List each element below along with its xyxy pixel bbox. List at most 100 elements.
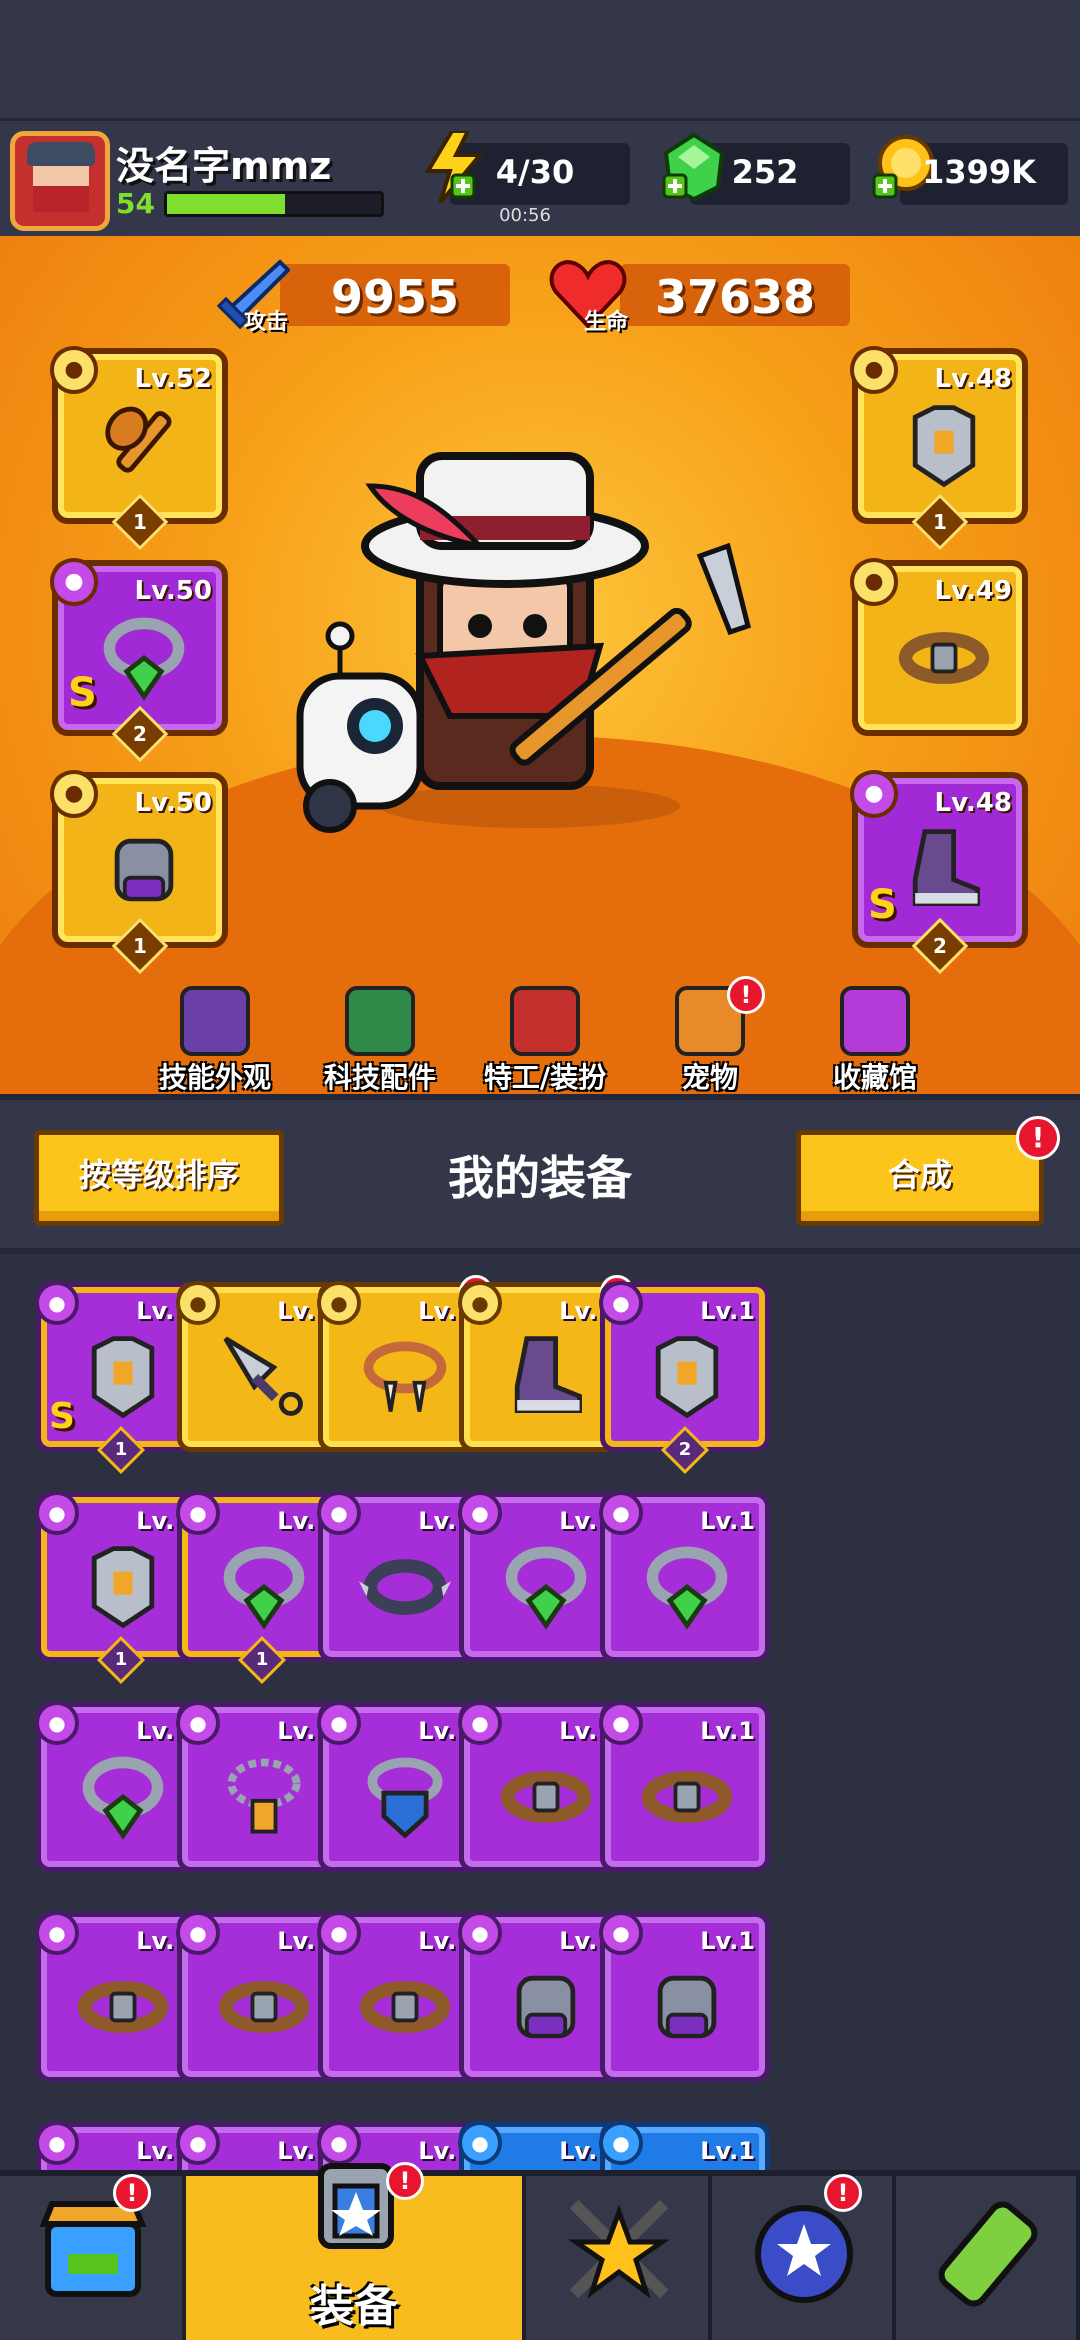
character-sprite	[296, 452, 751, 833]
necklace-icon	[505, 1546, 587, 1630]
necklace-icon	[103, 617, 185, 701]
spike-collar-icon	[358, 1559, 452, 1615]
nav-talent[interactable]: !	[712, 2174, 896, 2340]
energy-counter[interactable]: 4/30 00:56	[424, 131, 630, 226]
rank-badge: S	[868, 882, 897, 928]
equipped-slot-necklace[interactable]: ● Lv.50 S 2	[50, 558, 228, 763]
belt-icon	[218, 1981, 310, 2033]
item-level: Lv.1	[700, 1717, 755, 1745]
character-stage: 9955 攻击 37638 生命 ● Lv.52 1 ● Lv.50 S 2 ● Lv.50 1 ●…	[0, 236, 1080, 1094]
item-type-badge: ●	[35, 2121, 79, 2165]
item-type-badge: ●	[317, 1281, 361, 1325]
xp-bar	[164, 191, 384, 217]
star-count: 2	[660, 1425, 710, 1475]
inventory-item[interactable]: ● Lv.1 2	[599, 1281, 770, 1475]
inventory-grid: ● Lv.1 S 1 ● Lv.1 ● Lv.1 ● Lv.1 ● Lv.1 2 ● Lv.1 1 ● Lv.1 1…	[0, 1254, 1080, 2170]
collection-icon	[840, 986, 910, 1056]
player-header: 没名字mmz 54 4/30 00:56 252 1399K	[0, 118, 1080, 236]
menu-tech-parts[interactable]: 科技配件	[295, 986, 465, 1094]
item-type-badge: ●	[599, 1701, 643, 1745]
slot-type-badge: ●	[850, 770, 898, 818]
belt-icon	[359, 1981, 451, 2033]
merge-alert-badge: !	[1016, 1116, 1060, 1160]
nav-label: 装备	[310, 2281, 398, 2332]
menu-collection[interactable]: 收藏馆	[790, 986, 960, 1094]
item-type-badge: ●	[317, 1701, 361, 1745]
fang-necklace-icon	[363, 1341, 447, 1412]
item-type-badge: ●	[458, 1491, 502, 1535]
nav-equipment[interactable]: 装备!	[186, 2162, 526, 2340]
armor-icon	[655, 1336, 719, 1419]
item-type-badge: ●	[35, 1701, 79, 1745]
star-count: 1	[96, 1425, 146, 1475]
equipped-slot-belt[interactable]: ● Lv.49	[850, 558, 1028, 736]
evolution-icon	[938, 2201, 1038, 2307]
player-name: 没名字mmz	[116, 144, 332, 188]
slot-type-badge: ●	[50, 558, 98, 606]
slot-type-badge: ●	[850, 346, 898, 394]
slot-type-badge: ●	[50, 346, 98, 394]
item-type-badge: ●	[176, 1281, 220, 1325]
boots-icon	[912, 829, 980, 906]
slot-level: Lv.52	[134, 364, 212, 394]
attack-stat: 9955 攻击	[216, 259, 510, 335]
armor-icon	[91, 1546, 155, 1629]
alert-badge: !	[727, 976, 765, 1014]
status-bar-area	[0, 0, 1080, 118]
star-count: 1	[237, 1635, 287, 1685]
glove-icon	[114, 838, 174, 902]
equipment-toolbar: 按等级排序 我的装备 合成 !	[0, 1094, 1080, 1254]
player-level: 54	[116, 187, 155, 220]
inventory-item[interactable]: ● Lv.1	[599, 2121, 770, 2170]
item-type-badge: ●	[599, 1491, 643, 1535]
inventory-item[interactable]: ● Lv.1	[599, 1911, 770, 2082]
necklace-icon	[646, 1546, 728, 1630]
inventory-item[interactable]: ● Lv.1	[599, 1491, 770, 1662]
menu-label: 科技配件	[323, 1061, 436, 1094]
gem-counter[interactable]: 252	[662, 132, 850, 205]
equipped-slot-glove[interactable]: ● Lv.50 1	[50, 770, 228, 975]
chain-necklace-icon	[227, 1758, 301, 1834]
necklace-icon	[223, 1546, 305, 1630]
menu-label: 技能外观	[158, 1061, 271, 1094]
tech-parts-icon	[345, 986, 415, 1056]
weapon-icon	[105, 406, 172, 473]
equipped-slot-boots[interactable]: ● Lv.48 S 2	[850, 770, 1028, 975]
nav-shop[interactable]: !	[0, 2174, 186, 2340]
item-level: Lv.1	[700, 2137, 755, 2165]
slot-level: Lv.49	[934, 576, 1012, 606]
merge-button[interactable]: 合成	[796, 1130, 1044, 1226]
item-type-badge: ●	[317, 1911, 361, 1955]
nav-evolution[interactable]	[896, 2176, 1080, 2340]
belt-icon	[898, 632, 990, 684]
coin-counter[interactable]: 1399K	[872, 135, 1068, 205]
item-type-badge: ●	[176, 1491, 220, 1535]
star-count: 1	[96, 1635, 146, 1685]
item-type-badge: ●	[317, 1491, 361, 1535]
menu-label: 特工/装扮	[483, 1061, 607, 1094]
belt-icon	[77, 1981, 169, 2033]
sort-by-level-button[interactable]: 按等级排序	[34, 1130, 284, 1226]
alert-badge: !	[386, 2162, 424, 2200]
skill-skin-icon	[180, 986, 250, 1056]
nav-battle[interactable]	[526, 2176, 712, 2340]
equipped-slot-armor[interactable]: ● Lv.48 1	[850, 346, 1028, 551]
player-avatar[interactable]	[10, 131, 110, 231]
slot-type-badge: ●	[50, 770, 98, 818]
inventory-item[interactable]: ● Lv.1	[599, 1701, 770, 1872]
star-count: 2	[111, 705, 169, 763]
menu-skill-skin[interactable]: 技能外观	[130, 986, 300, 1094]
bottom-nav: ! 装备!!	[0, 2162, 1080, 2340]
glove-icon	[657, 1975, 717, 2039]
equipped-slot-weapon[interactable]: ● Lv.52 1	[50, 346, 228, 551]
slot-level: Lv.48	[934, 364, 1012, 394]
star-count: 1	[911, 493, 969, 551]
menu-agent-costume[interactable]: 特工/装扮	[460, 986, 630, 1094]
slot-level: Lv.50	[134, 576, 212, 606]
item-type-badge: ●	[35, 1281, 79, 1325]
kunai-icon	[223, 1336, 303, 1416]
item-type-badge: ●	[458, 1281, 502, 1325]
game-screen: 没名字mmz 54 4/30 00:56 252 1399K 9955 攻击 3…	[0, 0, 1080, 2340]
item-type-badge: ●	[176, 2121, 220, 2165]
menu-pet[interactable]: 宠物!	[625, 976, 795, 1094]
